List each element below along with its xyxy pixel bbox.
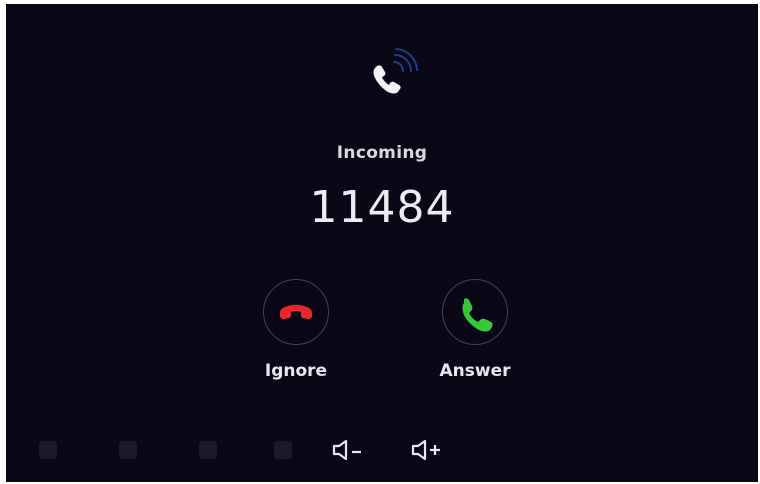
faint-icon — [274, 441, 292, 459]
volume-down-icon[interactable] — [331, 436, 365, 464]
bottom-bar — [6, 426, 758, 482]
phone-hangup-icon — [280, 304, 312, 319]
caller-number: 11484 — [309, 182, 455, 233]
phone-ringing-icon — [373, 48, 418, 94]
faint-icon — [199, 441, 217, 459]
phone-answer-icon — [462, 298, 493, 332]
faint-icon — [119, 441, 137, 459]
incoming-call-screen: Incoming 11484 Ignore Answer — [6, 4, 758, 482]
call-status-label: Incoming — [336, 143, 428, 163]
faint-icon — [39, 441, 57, 459]
ignore-button[interactable] — [263, 279, 329, 345]
answer-button[interactable] — [442, 279, 508, 345]
answer-label: Answer — [439, 361, 511, 381]
volume-up-icon[interactable] — [410, 436, 444, 464]
ignore-label: Ignore — [264, 361, 328, 381]
